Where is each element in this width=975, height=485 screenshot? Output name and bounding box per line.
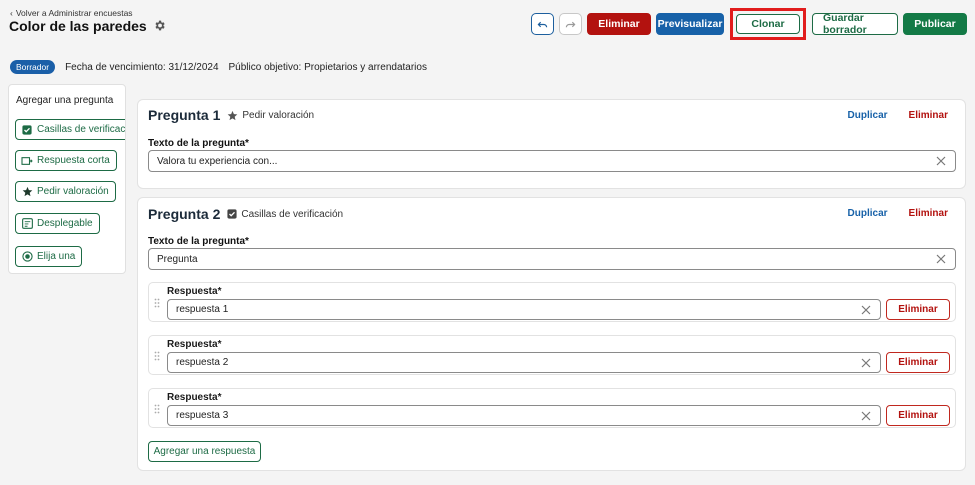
- add-question-panel: Agregar una pregunta Casillas de verific…: [8, 84, 126, 274]
- question-type: Casillas de verificación: [227, 209, 343, 220]
- answer-value: respuesta 2: [176, 357, 229, 368]
- question-actions: Duplicar Eliminar: [848, 110, 948, 121]
- duplicate-question-link[interactable]: Duplicar: [848, 110, 888, 121]
- question-type-label: Pedir valoración: [242, 109, 315, 121]
- question-text-label: Texto de la pregunta*: [148, 138, 249, 149]
- short-answer-icon: [21, 155, 33, 167]
- duplicate-question-link[interactable]: Duplicar: [848, 208, 888, 219]
- add-answer-button[interactable]: Agregar una respuesta: [148, 441, 261, 462]
- checkbox-icon: [21, 124, 33, 136]
- add-checkbox-question-button[interactable]: Casillas de verificación: [15, 119, 126, 140]
- status-badge: Borrador: [10, 60, 56, 74]
- question-text-input[interactable]: Valora tu experiencia con...: [148, 150, 956, 172]
- question-text-label: Texto de la pregunta*: [148, 236, 249, 247]
- due-date: Fecha de vencimiento: 31/12/2024: [65, 61, 219, 73]
- clear-icon[interactable]: [936, 254, 947, 265]
- star-icon: [228, 110, 238, 120]
- question-card: Pregunta 2 Casillas de verificación Dupl…: [137, 197, 966, 471]
- clone-button[interactable]: Clonar: [736, 14, 800, 34]
- dropdown-icon: [21, 218, 33, 230]
- answer-label: Respuesta*: [167, 286, 222, 297]
- redo-button[interactable]: [559, 13, 582, 35]
- add-short-answer-button[interactable]: Respuesta corta: [15, 150, 117, 171]
- gear-icon[interactable]: [153, 19, 167, 33]
- question-text-value: Pregunta: [157, 253, 198, 265]
- question-title: Pregunta 2: [148, 206, 221, 222]
- answer-value: respuesta 1: [176, 304, 229, 315]
- sidebar-item-label: Desplegable: [37, 218, 93, 229]
- preview-button[interactable]: Previsualizar: [656, 13, 724, 35]
- answer-label: Respuesta*: [167, 339, 222, 350]
- question-actions: Duplicar Eliminar: [848, 208, 948, 219]
- delete-answer-button[interactable]: Eliminar: [886, 405, 950, 426]
- page-title-text: Color de las paredes: [9, 18, 147, 34]
- answer-label: Respuesta*: [167, 392, 222, 403]
- radio-icon: [21, 251, 33, 263]
- back-link-label: Volver a Administrar encuestas: [15, 8, 133, 18]
- answer-input[interactable]: respuesta 1: [167, 299, 881, 320]
- question-text-input[interactable]: Pregunta: [148, 248, 956, 270]
- add-question-title: Agregar una pregunta: [16, 95, 114, 106]
- back-link[interactable]: ‹ Volver a Administrar encuestas: [10, 8, 133, 18]
- question-card: Pregunta 1 Pedir valoración Duplicar Eli…: [137, 99, 966, 189]
- answer-row: Respuesta* respuesta 2 Eliminar: [148, 335, 956, 375]
- clone-highlight: Clonar: [730, 8, 806, 40]
- delete-answer-button[interactable]: Eliminar: [886, 352, 950, 373]
- answer-input[interactable]: respuesta 2: [167, 352, 881, 373]
- answer-input[interactable]: respuesta 3: [167, 405, 881, 426]
- add-rating-button[interactable]: Pedir valoración: [15, 181, 116, 202]
- redo-icon: [565, 21, 576, 27]
- answer-value: respuesta 3: [176, 410, 229, 421]
- toolbar: Eliminar Previsualizar Clonar Guardar bo…: [531, 8, 967, 40]
- page-title: Color de las paredes: [9, 18, 167, 34]
- add-single-choice-button[interactable]: Elija una: [15, 246, 83, 267]
- save-draft-button[interactable]: Guardar borrador: [812, 12, 898, 36]
- question-type: Pedir valoración: [227, 110, 314, 121]
- question-type-label: Casillas de verificación: [241, 208, 344, 220]
- question-header: Pregunta 1 Pedir valoración: [148, 107, 314, 123]
- star-icon: [21, 186, 33, 198]
- drag-handle-icon[interactable]: [154, 404, 160, 414]
- delete-answer-button[interactable]: Eliminar: [886, 299, 950, 320]
- delete-question-link[interactable]: Eliminar: [909, 110, 948, 121]
- undo-button[interactable]: [531, 13, 554, 35]
- add-dropdown-button[interactable]: Desplegable: [15, 213, 100, 234]
- question-text-value: Valora tu experiencia con...: [157, 155, 278, 167]
- chevron-left-icon: ‹: [10, 8, 13, 18]
- undo-icon: [537, 21, 548, 27]
- delete-survey-button[interactable]: Eliminar: [587, 13, 651, 35]
- drag-handle-icon[interactable]: [154, 298, 160, 308]
- sidebar-item-label: Elija una: [37, 251, 76, 262]
- clear-icon[interactable]: [861, 305, 872, 316]
- drag-handle-icon[interactable]: [154, 351, 160, 361]
- publish-button[interactable]: Publicar: [903, 13, 967, 35]
- question-header: Pregunta 2 Casillas de verificación: [148, 206, 343, 222]
- answer-row: Respuesta* respuesta 1 Eliminar: [148, 282, 956, 322]
- clear-icon[interactable]: [861, 358, 872, 369]
- checkbox-icon: [227, 209, 237, 219]
- sidebar-item-label: Casillas de verificación: [37, 124, 126, 135]
- question-title: Pregunta 1: [148, 107, 221, 123]
- sidebar-item-label: Respuesta corta: [37, 155, 110, 166]
- clear-icon[interactable]: [936, 156, 947, 167]
- clear-icon[interactable]: [861, 411, 872, 422]
- answer-row: Respuesta* respuesta 3 Eliminar: [148, 388, 956, 428]
- sidebar-item-label: Pedir valoración: [37, 186, 109, 197]
- target-audience: Público objetivo: Propietarios y arrenda…: [228, 61, 427, 73]
- survey-meta: Borrador Fecha de vencimiento: 31/12/202…: [10, 60, 427, 74]
- delete-question-link[interactable]: Eliminar: [909, 208, 948, 219]
